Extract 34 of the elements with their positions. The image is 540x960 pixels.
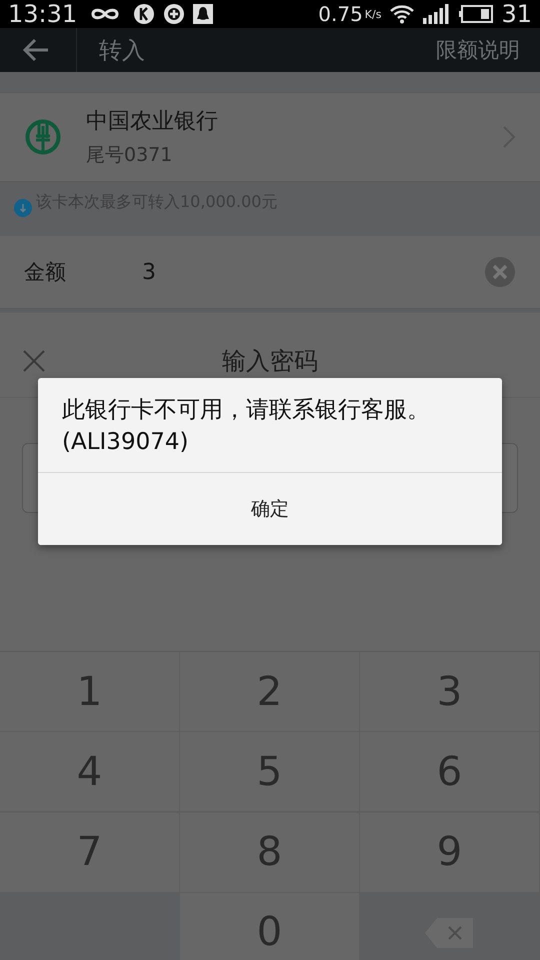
circle-app-icon [133,3,156,25]
keypad-key[interactable]: 7 [0,812,180,892]
bank-name: 中国农业银行 [86,108,219,136]
battery-icon [459,5,494,23]
backspace-icon[interactable] [424,918,474,948]
sheet-title: 输入密码 [222,346,318,377]
bank-card-row[interactable]: 中国农业银行 尾号0371 [0,92,540,182]
limit-info-link[interactable]: 限额说明 [436,36,520,64]
wifi-icon [389,3,416,25]
battery-percent: 31 [501,0,532,28]
amount-label: 金额 [24,259,67,286]
keypad-key[interactable]: 2 [180,652,360,732]
amount-field[interactable]: 3 [142,260,484,284]
back-icon[interactable] [22,38,50,62]
network-speed: 0.75 [318,2,363,26]
keypad-key[interactable]: 0 [180,892,360,960]
confirm-button[interactable]: 确定 [38,473,502,545]
page-title: 转入 [99,36,145,66]
bank-logo-icon [24,118,62,156]
keypad-key[interactable]: 5 [180,732,360,812]
info-icon [14,199,32,217]
card-tail-number: 尾号0371 [86,143,174,168]
clear-icon[interactable] [484,256,516,288]
keypad-key[interactable]: 1 [0,652,180,732]
signal-icon [423,4,452,24]
keypad-key[interactable]: 8 [180,812,360,892]
keypad-key[interactable]: 9 [360,812,540,892]
close-icon[interactable] [22,349,46,373]
keypad-key[interactable]: 3 [360,652,540,732]
speed-unit: K/s [364,8,382,20]
plus-circle-icon [163,3,186,25]
status-time: 13:31 [8,0,78,28]
keypad-key[interactable]: 6 [360,732,540,812]
keypad-key[interactable]: 4 [0,732,180,812]
